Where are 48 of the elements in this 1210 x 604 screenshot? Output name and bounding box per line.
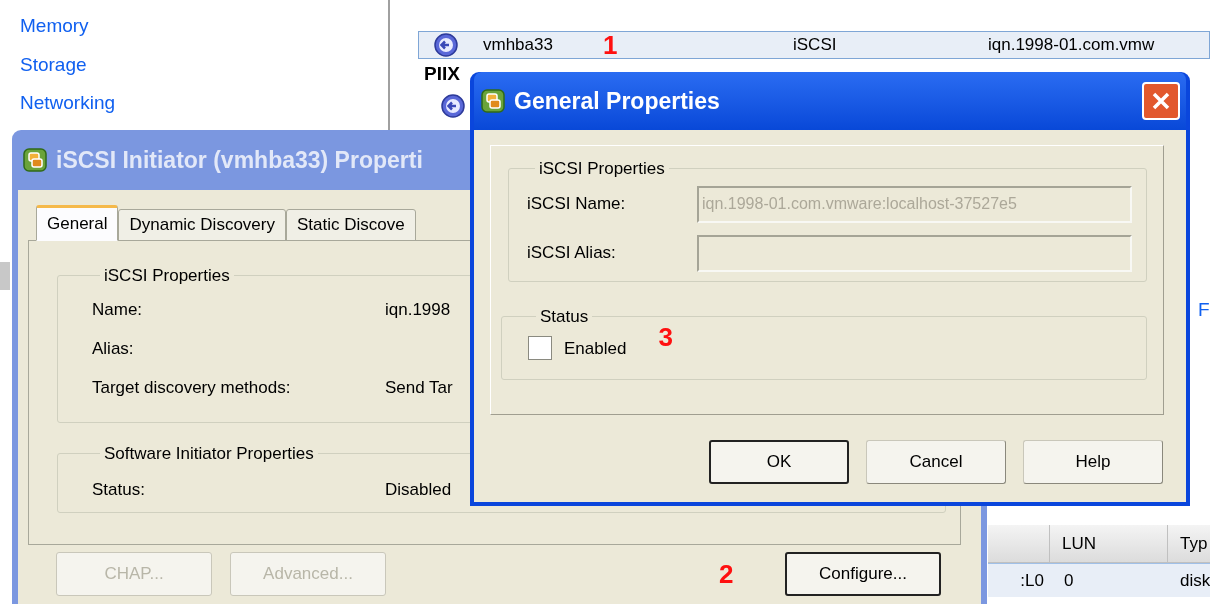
table-cell-text: :L0	[1019, 569, 1045, 592]
sidebar-link[interactable]: Networking	[20, 89, 116, 118]
field-label: Target discovery methods:	[92, 376, 292, 399]
group-title: Software Initiator Properties	[103, 443, 315, 465]
adapter-icon	[440, 93, 466, 119]
group-title: iSCSI Properties	[538, 158, 666, 180]
link[interactable]: F	[1198, 296, 1210, 325]
dialog-button[interactable]: Help	[1023, 440, 1163, 484]
window-title: iSCSI Initiator (vmhba33) Properti	[56, 145, 423, 175]
adapter-icon	[433, 32, 459, 58]
field-value: iqn.1998	[385, 298, 451, 321]
group-title: iSCSI Properties	[103, 265, 231, 287]
field-label: iSCSI Name:	[527, 193, 627, 216]
checkbox[interactable]	[528, 336, 552, 361]
table-cell-text: vmhba33	[483, 34, 554, 57]
field-label: Alias:	[92, 337, 135, 360]
tab[interactable]: General	[36, 205, 119, 241]
column-header[interactable]: Typ	[1168, 525, 1210, 562]
dialog-button[interactable]: Cancel	[866, 440, 1006, 484]
field-label: iSCSI Alias:	[527, 242, 617, 265]
table-cell-text: iSCSI	[793, 34, 838, 57]
tab[interactable]: Dynamic Discovery	[118, 209, 286, 241]
adapter-row[interactable]: vmhba33 1 iSCSI iqn.1998-01.com.vmw	[418, 31, 1210, 59]
enabled-checkbox[interactable]: Enabled	[528, 335, 627, 361]
annotation-number: 1	[603, 32, 619, 58]
close-icon	[1151, 91, 1171, 111]
app-icon	[22, 147, 48, 173]
field-label: Status:	[92, 478, 146, 501]
field-value: Send Tar	[385, 376, 453, 399]
table-row[interactable]: :L0 0 disk	[988, 563, 1210, 597]
tab[interactable]: Static Discove	[285, 209, 416, 241]
sidebar-link[interactable]: Storage	[20, 50, 87, 79]
group-title: Status	[539, 306, 590, 328]
dialog-title: General Properties	[514, 86, 721, 116]
configure-button[interactable]: Configure...	[785, 552, 941, 596]
annotation-number: 3	[658, 320, 673, 354]
table-cell-text: disk	[1179, 569, 1210, 592]
field-value: Disabled	[385, 478, 452, 501]
close-button[interactable]	[1142, 82, 1180, 120]
app-icon	[480, 88, 506, 114]
table-cell-text: 0	[1063, 569, 1075, 592]
column-header[interactable]: LUN	[1050, 525, 1168, 562]
annotation-number: 2	[719, 557, 735, 591]
table-cell-text: iqn.1998-01.com.vmw	[988, 34, 1155, 57]
group-heading: PIIX	[424, 63, 460, 85]
sidebar-link[interactable]: Memory	[20, 12, 89, 41]
dialog-button[interactable]: OK	[709, 440, 849, 484]
field-label: Name:	[92, 298, 144, 321]
